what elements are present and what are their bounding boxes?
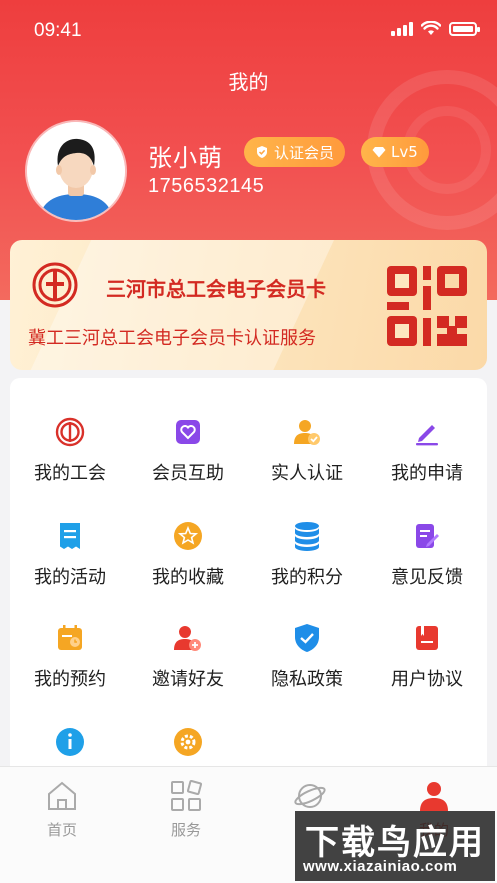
menu-item-label: 会员互助: [152, 463, 224, 484]
menu-item-label: 我的积分: [271, 567, 343, 588]
menu-item-invite-friends[interactable]: 邀请好友: [128, 622, 248, 712]
menu-item-label: 用户协议: [391, 669, 463, 690]
status-bar: 09:41: [0, 0, 497, 60]
calendar-clock-icon: [54, 622, 86, 654]
star-icon: [172, 520, 204, 552]
menu-item-user-agreement[interactable]: 用户协议: [367, 622, 487, 712]
tab-home[interactable]: 首页: [0, 779, 124, 849]
user-icon: [420, 782, 448, 811]
qr-code-icon[interactable]: [385, 264, 469, 348]
tab-label: 首页: [46, 821, 77, 839]
heart-box-icon: [172, 416, 204, 448]
page-title: 我的: [228, 70, 269, 94]
receipt-icon: [54, 520, 86, 552]
user-avatar-icon: [27, 122, 125, 220]
info-icon: [54, 726, 86, 758]
invite-user-icon: [172, 622, 204, 654]
menu-item-my-activities[interactable]: 我的活动: [10, 520, 130, 610]
status-icons: [391, 21, 480, 36]
menu-item-label: 我的工会: [34, 463, 106, 484]
menu-item-label: 实人认证: [271, 463, 343, 484]
level-label: Lv5: [391, 143, 418, 161]
menu-item-my-points[interactable]: 我的积分: [247, 520, 367, 610]
menu-item-privacy-policy[interactable]: 隐私政策: [247, 622, 367, 712]
wifi-icon: [421, 21, 441, 35]
user-phone: 1756532145: [148, 175, 265, 197]
menu-item-label: 意见反馈: [391, 567, 463, 588]
menu-item-my-favorites[interactable]: 我的收藏: [128, 520, 248, 610]
menu-item-label: 我的收藏: [152, 567, 224, 588]
level-badge: Lv5: [361, 137, 429, 167]
member-card[interactable]: 三河市总工会电子会员卡 冀工三河总工会电子会员卡认证服务: [10, 240, 487, 370]
union-logo-icon: [32, 262, 78, 308]
feedback-doc-icon: [411, 520, 443, 552]
member-card-title: 三河市总工会电子会员卡: [106, 277, 326, 301]
shield-check-icon: [291, 622, 323, 654]
battery-icon: [449, 21, 480, 36]
tab-label: 服务: [170, 821, 201, 839]
coin-stack-icon: [291, 520, 323, 552]
menu-item-label: 邀请好友: [152, 669, 224, 690]
user-name: 张小萌: [148, 144, 223, 172]
menu-item-label: 隐私政策: [271, 669, 343, 690]
signal-icon: [391, 21, 413, 36]
menu-item-label: 我的活动: [34, 567, 106, 588]
planet-icon: [294, 784, 326, 808]
menu-item-member-aid[interactable]: 会员互助: [128, 416, 248, 506]
menu-item-feedback[interactable]: 意见反馈: [367, 520, 487, 610]
member-card-subtitle: 冀工三河总工会电子会员卡认证服务: [28, 328, 316, 349]
grid-apps-icon: [171, 779, 203, 811]
menu-item-my-union[interactable]: 我的工会: [10, 416, 130, 506]
certified-member-label: 认证会员: [274, 143, 335, 162]
agreement-book-icon: [411, 622, 443, 654]
menu-item-label: 我的申请: [391, 463, 463, 484]
union-emblem-icon: [54, 416, 86, 448]
edit-pen-icon: [411, 416, 443, 448]
feature-grid: 我的工会 会员互助 实人认证 我的申请 我的活动 我的收藏 我的积分 意见反馈 …: [10, 378, 487, 773]
shield-icon: [257, 146, 267, 158]
tab-services[interactable]: 服务: [124, 779, 248, 849]
status-time: 09:41: [34, 20, 82, 41]
menu-item-real-name-auth[interactable]: 实人认证: [247, 416, 367, 506]
settings-gear-icon: [172, 726, 204, 758]
avatar[interactable]: [27, 122, 125, 220]
site-watermark: 下载鸟应用 www.xiazainiao.com: [295, 811, 495, 881]
menu-item-my-reservations[interactable]: 我的预约: [10, 622, 130, 712]
menu-item-label: 我的预约: [34, 669, 106, 690]
watermark-title: 下载鸟应用: [305, 823, 485, 863]
verified-user-icon: [291, 416, 323, 448]
watermark-url: www.xiazainiao.com: [303, 858, 458, 875]
certified-member-badge: 认证会员: [244, 137, 346, 167]
menu-item-my-applications[interactable]: 我的申请: [367, 416, 487, 506]
home-icon: [48, 781, 76, 810]
diamond-icon: [372, 147, 386, 158]
